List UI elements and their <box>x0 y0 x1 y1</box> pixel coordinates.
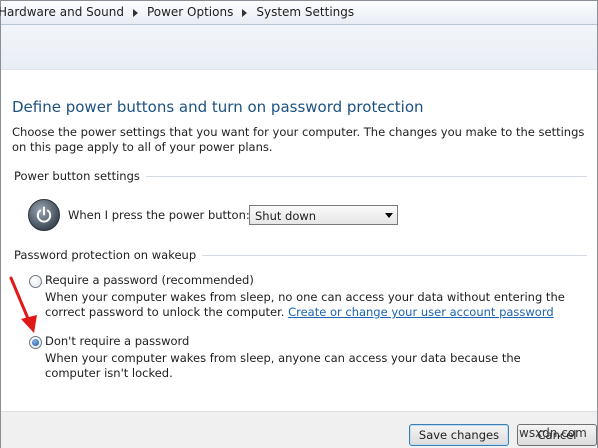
require-password-description: When your computer wakes from sleep, no … <box>45 290 585 320</box>
power-button-action-dropdown[interactable]: Shut down <box>249 205 398 225</box>
breadcrumb-item-power-options[interactable]: Power Options <box>147 5 233 19</box>
breadcrumb-item-hardware-and-sound[interactable]: Hardware and Sound <box>0 5 124 19</box>
footer: Save changes Cancel <box>1 411 597 448</box>
main-content: Define power buttons and turn on passwor… <box>1 70 597 405</box>
require-password-label[interactable]: Require a password (recommended) <box>45 273 254 287</box>
dont-require-password-description: When your computer wakes from sleep, any… <box>45 351 521 380</box>
dont-require-password-label[interactable]: Don't require a password <box>45 334 189 348</box>
power-button-settings-title: Power button settings <box>14 169 146 183</box>
breadcrumb: Hardware and Sound Power Options System Se… <box>0 5 354 19</box>
power-icon <box>28 199 60 231</box>
watermark: wsxdn.com <box>519 426 587 440</box>
dont-require-password-radio[interactable] <box>29 336 42 349</box>
power-button-label: When I press the power button: <box>68 208 250 222</box>
save-changes-button[interactable]: Save changes <box>409 424 509 446</box>
breadcrumb-separator-icon[interactable] <box>132 9 138 17</box>
annotation-arrow-icon <box>9 276 37 333</box>
create-password-link[interactable]: Create or change your user account passw… <box>288 305 554 319</box>
dropdown-arrow-icon[interactable] <box>385 213 393 218</box>
breadcrumb-item-system-settings[interactable]: System Settings <box>256 5 354 19</box>
page-title: Define power buttons and turn on passwor… <box>12 98 424 116</box>
toolbar <box>1 25 597 70</box>
dropdown-selected-value: Shut down <box>255 209 317 223</box>
breadcrumb-separator-icon[interactable] <box>242 9 248 17</box>
address-bar: Hardware and Sound Power Options System Se… <box>0 1 597 25</box>
window: Hardware and Sound Power Options System Se… <box>0 0 598 448</box>
page-intro: Choose the power settings that you want … <box>12 125 585 154</box>
password-protection-title: Password protection on wakeup <box>14 248 203 262</box>
